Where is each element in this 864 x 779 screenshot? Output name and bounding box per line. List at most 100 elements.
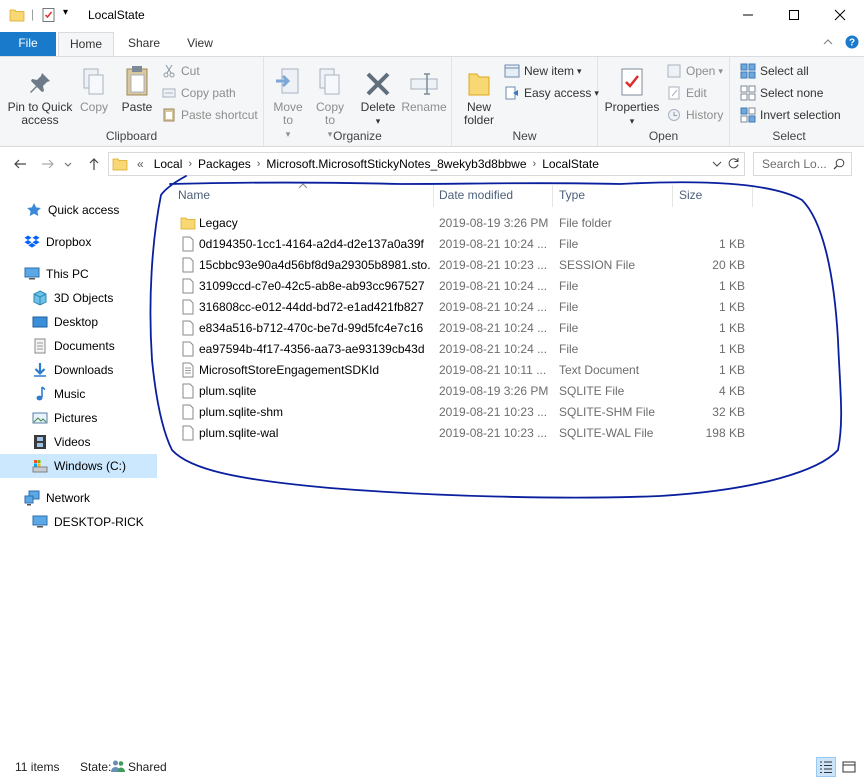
delete-button[interactable]: Delete ▾ — [358, 61, 398, 128]
nav-item-downloads[interactable]: Downloads — [0, 358, 157, 382]
rename-button[interactable]: Rename — [400, 61, 448, 114]
file-type: File — [559, 321, 579, 335]
details-view-button[interactable] — [816, 757, 836, 777]
nav-item-windows-c[interactable]: Windows (C:) — [0, 454, 157, 478]
minimize-button[interactable] — [725, 0, 771, 30]
delete-label: Delete — [360, 100, 396, 114]
file-size — [678, 213, 745, 234]
navigation-pane: Quick access Dropbox This PC 3D Objects … — [0, 180, 158, 750]
close-button[interactable] — [817, 0, 863, 30]
file-row[interactable]: plum.sqlite-wal 2019-08-21 10:23 ... SQL… — [178, 423, 758, 444]
file-date: 2019-08-19 3:26 PM — [439, 384, 549, 398]
column-header-name[interactable]: Name — [172, 185, 432, 205]
address-bar[interactable]: « Local › Packages › Microsoft.Microsoft… — [108, 152, 745, 176]
nav-item-dropbox[interactable]: Dropbox — [0, 230, 157, 254]
nav-label: Downloads — [54, 363, 114, 377]
back-arrow-icon[interactable] — [10, 154, 30, 174]
file-row[interactable]: 31099ccd-c7e0-42c5-ab8e-ab93cc967527 201… — [178, 276, 758, 297]
breadcrumb-packages[interactable]: Packages — [193, 157, 256, 171]
search-placeholder: Search Lo... — [762, 157, 827, 171]
properties-button[interactable]: Properties ▾ — [602, 61, 662, 128]
file-size: 1 KB — [718, 363, 745, 377]
file-icon — [180, 404, 196, 420]
file-row[interactable]: plum.sqlite-shm 2019-08-21 10:23 ... SQL… — [178, 402, 758, 423]
help-icon[interactable]: ? — [845, 35, 859, 52]
invert-selection-button[interactable]: Invert selection — [740, 105, 841, 125]
open-group-label: Open — [648, 129, 679, 143]
paste-shortcut-button[interactable]: Paste shortcut — [161, 105, 258, 125]
pin-icon — [4, 61, 76, 97]
column-header-date[interactable]: Date modified — [433, 185, 551, 205]
pin-to-quick-access-button[interactable]: Pin to Quick access — [4, 61, 76, 127]
tab-view[interactable]: View — [176, 32, 224, 56]
nav-item-quick-access[interactable]: Quick access — [0, 198, 157, 222]
nav-item-music[interactable]: Music — [0, 382, 157, 406]
file-row[interactable]: ea97594b-4f17-4356-aa73-ae93139cb43d 201… — [178, 339, 758, 360]
select-all-button[interactable]: Select all — [740, 61, 809, 81]
search-input[interactable]: Search Lo... — [753, 152, 852, 176]
nav-item-this-pc[interactable]: This PC — [0, 262, 157, 286]
file-row[interactable]: 0d194350-1cc1-4164-a2d4-d2e137a0a39f 201… — [178, 234, 758, 255]
file-row[interactable]: MicrosoftStoreEngagementSDKId 2019-08-21… — [178, 360, 758, 381]
new-item-button[interactable]: New item ▾ — [504, 61, 582, 81]
paste-label: Paste — [121, 100, 153, 114]
file-date: 2019-08-21 10:24 ... — [439, 321, 548, 335]
file-size: 32 KB — [712, 405, 745, 419]
address-dropdown-icon[interactable] — [712, 158, 722, 172]
breadcrumb-stickynotes[interactable]: Microsoft.MicrosoftStickyNotes_8wekyb3d8… — [261, 157, 531, 171]
edit-button[interactable]: Edit — [666, 83, 707, 103]
nav-item-documents[interactable]: Documents — [0, 334, 157, 358]
large-icons-view-button[interactable] — [839, 757, 859, 777]
select-none-button[interactable]: Select none — [740, 83, 823, 103]
forward-arrow-icon[interactable] — [38, 154, 58, 174]
cut-button[interactable]: Cut — [161, 61, 200, 81]
nav-item-videos[interactable]: Videos — [0, 430, 157, 454]
collapse-ribbon-icon[interactable] — [822, 36, 834, 51]
file-row[interactable]: Legacy 2019-08-19 3:26 PM File folder — [178, 213, 758, 234]
file-row[interactable]: e834a516-b712-470c-be7d-99d5fc4e7c16 201… — [178, 318, 758, 339]
breadcrumb-local[interactable]: Local — [149, 157, 188, 171]
file-row[interactable]: 316808cc-e012-44dd-bd72-e1ad421fb827 201… — [178, 297, 758, 318]
select-group-label: Select — [772, 129, 806, 143]
column-separator[interactable] — [752, 185, 753, 207]
nav-item-pictures[interactable]: Pictures — [0, 406, 157, 430]
file-row[interactable]: 15cbbc93e90a4d56bf8d9a29305b8981.sto... … — [178, 255, 758, 276]
copy-button[interactable]: Copy — [76, 61, 112, 114]
nav-item-network[interactable]: Network — [0, 486, 157, 510]
drive-icon — [32, 458, 48, 474]
file-type: SQLITE-SHM File — [559, 405, 656, 419]
open-group: Properties ▾ Open ▾ Edit History Open — [598, 57, 730, 146]
search-icon — [833, 158, 845, 173]
ribbon: Pin to Quick access Copy Paste Cut Copy … — [0, 56, 864, 147]
file-size: 1 KB — [718, 300, 745, 314]
properties-quick-icon[interactable] — [41, 7, 57, 23]
breadcrumb-overflow[interactable]: « — [132, 157, 149, 171]
nav-item-desktop-rick[interactable]: DESKTOP-RICK — [0, 510, 157, 534]
new-folder-button[interactable]: New folder — [456, 61, 502, 127]
tab-file[interactable]: File — [0, 32, 56, 56]
column-header-size[interactable]: Size — [673, 185, 751, 205]
file-list: Name Date modified Type Size Legacy 2019… — [160, 180, 864, 750]
customize-quick-access-icon[interactable]: ▾ — [63, 7, 68, 18]
breadcrumb-localstate[interactable]: LocalState — [537, 157, 604, 171]
tab-share[interactable]: Share — [118, 32, 170, 56]
file-row[interactable]: plum.sqlite 2019-08-19 3:26 PM SQLITE Fi… — [178, 381, 758, 402]
recent-locations-chevron-icon[interactable] — [62, 154, 74, 174]
easy-access-button[interactable]: Easy access ▾ — [504, 83, 599, 103]
file-name: Legacy — [199, 216, 238, 230]
history-button[interactable]: History — [666, 105, 723, 125]
nav-item-3d-objects[interactable]: 3D Objects — [0, 286, 157, 310]
up-arrow-icon[interactable] — [84, 154, 104, 174]
refresh-icon[interactable] — [727, 157, 740, 173]
paste-button[interactable]: Paste — [117, 61, 157, 114]
copy-path-label: Copy path — [181, 86, 236, 100]
nav-item-desktop[interactable]: Desktop — [0, 310, 157, 334]
file-type: SESSION File — [559, 258, 636, 272]
maximize-button[interactable] — [771, 0, 817, 30]
open-button[interactable]: Open ▾ — [666, 61, 723, 81]
copy-to-label: Copy to — [315, 100, 344, 127]
column-header-type[interactable]: Type — [553, 185, 671, 205]
copy-path-button[interactable]: Copy path — [161, 83, 236, 103]
tab-home[interactable]: Home — [58, 32, 114, 57]
file-size: 4 KB — [718, 384, 745, 398]
